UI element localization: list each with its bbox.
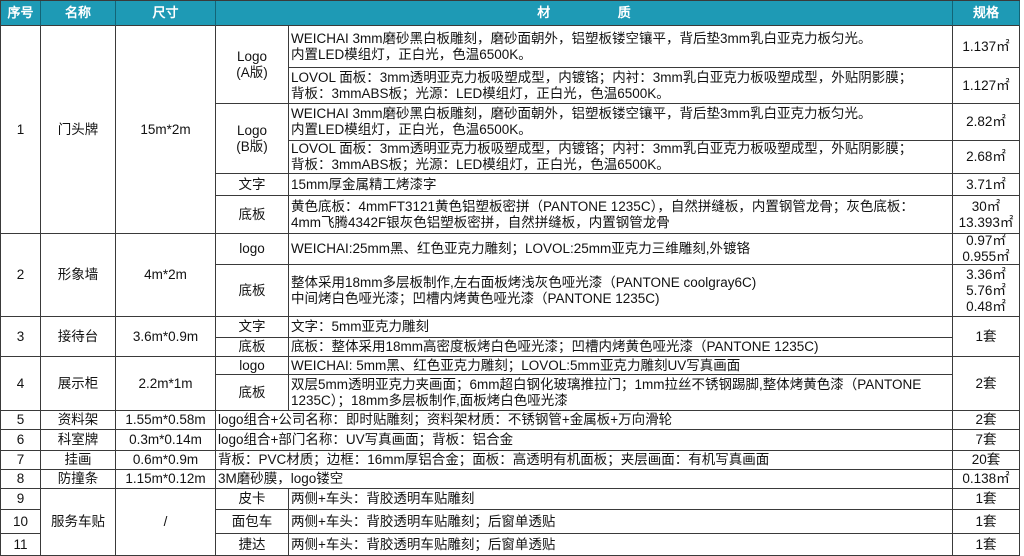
vehicle-decal-name-cell: 服务车贴 [41, 489, 116, 556]
row-6-spec: 7套 [953, 430, 1020, 451]
row-7-material: 背板：PVC材质；边框：16mm厚铝合金；面板：高透明有机面板；夹层画面：有机写… [216, 451, 953, 470]
row-1-text-spec: 3.71㎡ [953, 174, 1020, 196]
row-2-index-cell: 2 [1, 234, 41, 317]
row-4-size-cell: 2.2m*1m [116, 357, 216, 411]
row-4-part-base-label: 底板 [216, 375, 289, 411]
row-2-base-material: 整体采用18mm多层板制作,左右面板烤浅灰色哑光漆（PANTONE coolgr… [289, 265, 953, 317]
row-7-spec: 20套 [953, 451, 1020, 470]
vehicle-decal-size-cell: / [116, 489, 216, 556]
row-1-logo-a-lovol-material: LOVOL 面板：3mm透明亚克力板吸塑成型，内镀铬；内衬：3mm乳白亚克力板吸… [289, 68, 953, 104]
header-material: 材 质 [216, 1, 953, 26]
row-4-name-cell: 展示柜 [41, 357, 116, 411]
row-4-part-logo-label: logo [216, 357, 289, 375]
row-3-text-material: 文字：5mm亚克力雕刻 [289, 317, 953, 338]
spec-table: 序号 名称 尺寸 材 质 规格 1 门头牌 15m*2m Logo (A版) L… [0, 0, 1020, 556]
row-3-index-cell: 3 [1, 317, 41, 357]
row-6-index-cell: 6 [1, 430, 41, 451]
row-2-part-logo-label: logo [216, 234, 289, 265]
row-1-part-logo-a-label: Logo (A版) [216, 26, 289, 104]
row-1-base-material: 黄色底板：4mmFT3121黄色铝塑板密拼（PANTONE 1235C），自然拼… [289, 196, 953, 234]
row-1-base-spec: 30㎡ 13.393㎡ [953, 196, 1020, 234]
row-1-part-text-label: 文字 [216, 174, 289, 196]
row-1-logo-b-lovol-material: LOVOL 面板：3mm透明亚克力板吸塑成型，内镀铬；内衬：3mm乳白亚克力板吸… [289, 141, 953, 174]
row-4-index-cell: 4 [1, 357, 41, 411]
row-2-logo-spec: 0.97㎡ 0.955㎡ [953, 234, 1020, 265]
row-7-name-cell: 挂画 [41, 451, 116, 470]
row-8-index-cell: 8 [1, 470, 41, 489]
vehicle-van-material: 两侧+车头：背胶透明车贴雕刻；后窗单透贴 [289, 510, 953, 534]
row-1-size-cell: 15m*2m [116, 26, 216, 234]
row-1-index-cell: 1 [1, 26, 41, 234]
row-5-material: logo组合+公司名称：即时贴雕刻；资料架材质：不锈钢管+金属板+万向滑轮 [216, 411, 953, 430]
header-index: 序号 [1, 1, 41, 26]
row-5-spec: 2套 [953, 411, 1020, 430]
row-2-logo-material: WEICHAI:25mm黑、红色亚克力雕刻；LOVOL:25mm亚克力三维雕刻,… [289, 234, 953, 265]
vehicle-jetta-material: 两侧+车头：背胶透明车贴雕刻；后窗单透贴 [289, 534, 953, 556]
row-5-size-cell: 1.55m*0.58m [116, 411, 216, 430]
row-2-base-spec: 3.36㎡ 5.76㎡ 0.48㎡ [953, 265, 1020, 317]
row-1-logo-b-weichai-spec: 2.82㎡ [953, 104, 1020, 141]
row-3-part-base-label: 底板 [216, 338, 289, 357]
row-1-logo-a-weichai-material: WEICHAI 3mm磨砂黑白板雕刻，磨砂面朝外，铝塑板镂空镶平，背后垫3mm乳… [289, 26, 953, 68]
row-5-name-cell: 资料架 [41, 411, 116, 430]
header-name: 名称 [41, 1, 116, 26]
row-7-size-cell: 0.6m*0.9m [116, 451, 216, 470]
row-3-spec: 1套 [953, 317, 1020, 357]
row-8-size-cell: 1.15m*0.12m [116, 470, 216, 489]
vehicle-van-label: 面包车 [216, 510, 289, 534]
row-2-part-base-label: 底板 [216, 265, 289, 317]
vehicle-pickup-label: 皮卡 [216, 489, 289, 510]
row-6-size-cell: 0.3m*0.14m [116, 430, 216, 451]
row-7-index-cell: 7 [1, 451, 41, 470]
row-2-name-cell: 形象墙 [41, 234, 116, 317]
row-8-spec: 0.138㎡ [953, 470, 1020, 489]
vehicle-van-spec: 1套 [953, 510, 1020, 534]
row-1-logo-a-lovol-spec: 1.127㎡ [953, 68, 1020, 104]
row-2-size-cell: 4m*2m [116, 234, 216, 317]
row-8-material: 3M磨砂膜，logo镂空 [216, 470, 953, 489]
row-1-logo-b-lovol-spec: 2.68㎡ [953, 141, 1020, 174]
header-size: 尺寸 [116, 1, 216, 26]
row-1-text-material: 15mm厚金属精工烤漆字 [289, 174, 953, 196]
row-1-logo-b-weichai-material: WEICHAI 3mm磨砂黑白板雕刻，磨砂面朝外，铝塑板镂空镶平，背后垫3mm乳… [289, 104, 953, 141]
row-1-part-logo-b-label: Logo (B版) [216, 104, 289, 174]
vehicle-jetta-label: 捷达 [216, 534, 289, 556]
row-3-size-cell: 3.6m*0.9m [116, 317, 216, 357]
row-1-name-cell: 门头牌 [41, 26, 116, 234]
vehicle-pickup-spec: 1套 [953, 489, 1020, 510]
row-3-name-cell: 接待台 [41, 317, 116, 357]
row-8-name-cell: 防撞条 [41, 470, 116, 489]
row-10-index-cell: 10 [1, 510, 41, 534]
row-6-material: logo组合+部门名称：UV写真画面；背板：铝合金 [216, 430, 953, 451]
row-3-base-material: 底板：整体采用18mm高密度板烤白色哑光漆；凹槽内烤黄色哑光漆（PANTONE … [289, 338, 953, 357]
row-4-spec: 2套 [953, 357, 1020, 411]
row-11-index-cell: 11 [1, 534, 41, 556]
row-9-index-cell: 9 [1, 489, 41, 510]
row-4-base-material: 双层5mm透明亚克力夹画面；6mm超白钢化玻璃推拉门；1mm拉丝不锈钢踢脚,整体… [289, 375, 953, 411]
row-3-part-text-label: 文字 [216, 317, 289, 338]
row-5-index-cell: 5 [1, 411, 41, 430]
vehicle-pickup-material: 两侧+车头：背胶透明车贴雕刻 [289, 489, 953, 510]
header-spec: 规格 [953, 1, 1020, 26]
vehicle-jetta-spec: 1套 [953, 534, 1020, 556]
row-1-logo-a-weichai-spec: 1.137㎡ [953, 26, 1020, 68]
row-1-part-base-label: 底板 [216, 196, 289, 234]
row-6-name-cell: 科室牌 [41, 430, 116, 451]
row-4-logo-material: WEICHAI: 5mm黑、红色亚克力雕刻；LOVOL:5mm亚克力雕刻UV写真… [289, 357, 953, 375]
